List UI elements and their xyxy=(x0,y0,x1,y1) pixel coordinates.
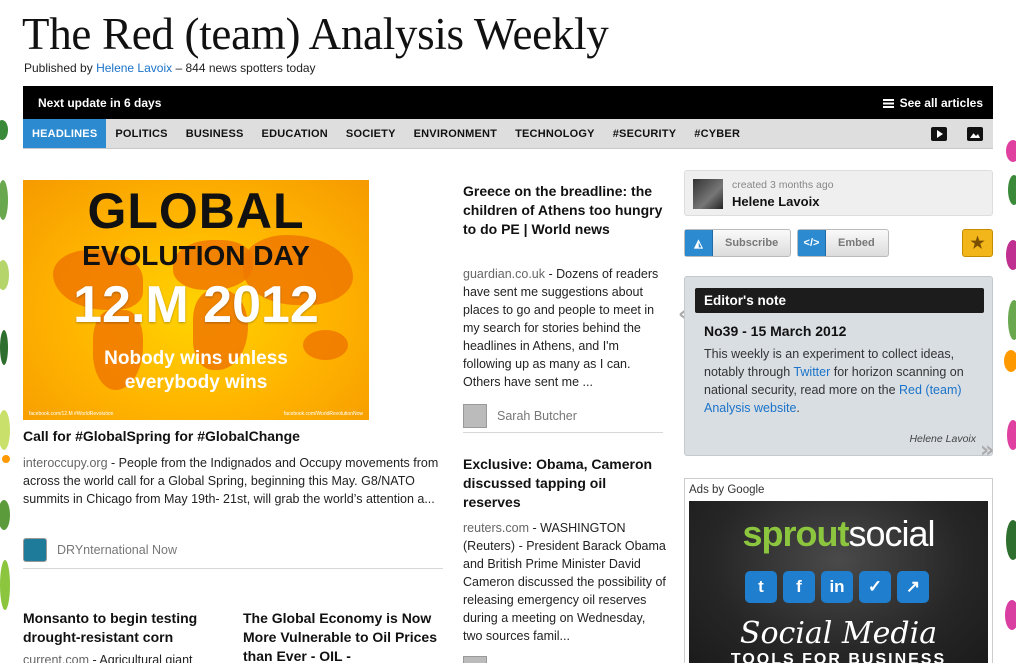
tab-technology[interactable]: TECHNOLOGY xyxy=(506,119,604,148)
editor-signature: Helene Lavoix xyxy=(909,433,976,445)
article-summary-monsanto: current.com - Agricultural giant xyxy=(23,651,223,663)
image-text-slogan-2: everybody wins xyxy=(124,372,268,393)
article-title-global-spring[interactable]: Call for #GlobalSpring for #GlobalChange xyxy=(23,427,369,446)
tab-headlines[interactable]: HEADLINES xyxy=(23,119,107,148)
page-title: The Red (team) Analysis Weekly xyxy=(22,9,609,59)
quote-close-icon: » xyxy=(980,438,995,463)
feature-article-image[interactable]: GLOBAL EVOLUTION DAY 12.M 2012 Nobody wi… xyxy=(23,180,369,420)
tab-politics[interactable]: POLITICS xyxy=(106,119,176,148)
next-update-text: Next update in 6 days xyxy=(38,96,162,110)
tab-cyber[interactable]: #CYBER xyxy=(685,119,749,148)
article-excerpt: - Agricultural giant xyxy=(89,653,193,663)
created-date: created 3 months ago xyxy=(732,179,834,191)
article-author-row[interactable]: DRYnternational Now xyxy=(23,538,177,562)
article-source[interactable]: reuters.com xyxy=(463,521,529,535)
creator-name: Helene Lavoix xyxy=(732,194,820,209)
editors-note-panel: Editor's note No39 - 15 March 2012 This … xyxy=(684,276,993,456)
byline-prefix: Published by xyxy=(24,61,93,75)
article-source[interactable]: guardian.co.uk xyxy=(463,267,545,281)
editors-note-text: This weekly is an experiment to collect … xyxy=(704,345,984,417)
analytics-icon: ↗ xyxy=(897,571,929,603)
subscribe-button[interactable]: ◭ Subscribe xyxy=(684,229,791,257)
image-footer-right: facebook.com/WorldRevolutionNow xyxy=(283,411,363,417)
author-avatar xyxy=(463,656,487,663)
video-icon[interactable] xyxy=(931,127,947,141)
right-decoration xyxy=(1002,0,1016,663)
ads-label[interactable]: Ads by Google xyxy=(689,484,764,496)
ad-brand: sproutsocial xyxy=(689,513,988,555)
see-all-label: See all articles xyxy=(899,96,983,110)
author-avatar xyxy=(23,538,47,562)
image-text-date: 12.M 2012 xyxy=(73,276,319,334)
image-text-global: GLOBAL xyxy=(87,183,305,239)
author-avatar xyxy=(463,404,487,428)
divider xyxy=(23,568,443,569)
article-excerpt: - WASHINGTON (Reuters) - President Barac… xyxy=(463,521,666,643)
tab-education[interactable]: EDUCATION xyxy=(253,119,337,148)
article-title-global-economy[interactable]: The Global Economy is Now More Vulnerabl… xyxy=(243,609,448,663)
tab-security[interactable]: #SECURITY xyxy=(604,119,686,148)
twitter-icon: t xyxy=(745,571,777,603)
ad-tagline-1: Social Media xyxy=(739,616,938,651)
checkmark-icon: ✓ xyxy=(859,571,891,603)
article-excerpt: - Dozens of readers have sent me suggest… xyxy=(463,267,659,389)
divider xyxy=(463,432,663,433)
ads-panel: Ads by Google sproutsocial t f in ✓ ↗ So… xyxy=(684,478,993,663)
author-name: Sarah Butcher xyxy=(497,409,577,423)
author-name: DRYnternational Now xyxy=(57,543,177,557)
facebook-icon: f xyxy=(783,571,815,603)
ad-banner[interactable]: sproutsocial t f in ✓ ↗ Social Media TOO… xyxy=(689,501,988,663)
favorite-button[interactable]: ★ xyxy=(962,229,993,257)
article-summary-obama-cameron: reuters.com - WASHINGTON (Reuters) - Pre… xyxy=(463,519,668,645)
byline: Published by Helene Lavoix – 844 news sp… xyxy=(24,61,316,75)
article-title-obama-cameron[interactable]: Exclusive: Obama, Cameron discussed tapp… xyxy=(463,455,663,512)
ad-brand-part-1: sprout xyxy=(742,513,849,554)
top-bar: Next update in 6 days See all articles xyxy=(23,86,993,119)
image-text-slogan-1: Nobody wins unless xyxy=(104,348,288,369)
category-nav: HEADLINES POLITICS BUSINESS EDUCATION SO… xyxy=(23,119,993,149)
page: The Red (team) Analysis Weekly Published… xyxy=(12,0,1002,663)
issue-number: No39 - 15 March 2012 xyxy=(704,323,847,339)
creator-card[interactable]: created 3 months ago Helene Lavoix xyxy=(684,170,993,216)
article-author-row[interactable] xyxy=(463,656,487,663)
article-author-row[interactable]: Sarah Butcher xyxy=(463,404,577,428)
embed-button[interactable]: </> Embed xyxy=(797,229,889,257)
byline-suffix: – 844 news spotters today xyxy=(175,61,316,75)
tab-society[interactable]: SOCIETY xyxy=(337,119,405,148)
image-text-evolution-day: EVOLUTION DAY xyxy=(82,240,310,271)
tab-business[interactable]: BUSINESS xyxy=(177,119,253,148)
ad-tagline-2: TOOLS FOR BUSINESS xyxy=(730,651,947,663)
tab-environment[interactable]: ENVIRONMENT xyxy=(405,119,506,148)
creator-avatar xyxy=(693,179,723,209)
embed-label: Embed xyxy=(838,237,875,249)
note-text-3: . xyxy=(796,401,800,415)
left-decoration xyxy=(0,0,12,663)
editors-note-heading: Editor's note xyxy=(695,288,984,313)
article-source[interactable]: current.com xyxy=(23,653,89,663)
code-icon: </> xyxy=(798,230,826,256)
article-title-monsanto[interactable]: Monsanto to begin testing drought-resist… xyxy=(23,609,223,647)
inbox-icon: ◭ xyxy=(685,230,713,256)
ad-social-icons: t f in ✓ ↗ xyxy=(745,571,929,603)
subscribe-label: Subscribe xyxy=(725,237,779,249)
image-footer-left: facebook.com/12.M #WorldRevolution xyxy=(29,411,114,417)
article-summary-global-spring: interoccupy.org - People from the Indign… xyxy=(23,454,443,508)
star-icon: ★ xyxy=(970,235,985,252)
list-icon xyxy=(882,98,894,108)
article-summary-greece: guardian.co.uk - Dozens of readers have … xyxy=(463,265,668,391)
article-title-greece[interactable]: Greece on the breadline: the children of… xyxy=(463,182,663,239)
see-all-articles-link[interactable]: See all articles xyxy=(882,96,983,110)
byline-author-link[interactable]: Helene Lavoix xyxy=(96,61,172,75)
image-icon[interactable] xyxy=(967,127,983,141)
article-source[interactable]: interoccupy.org xyxy=(23,456,108,470)
ad-brand-part-2: social xyxy=(848,513,935,554)
twitter-link[interactable]: Twitter xyxy=(793,365,830,379)
linkedin-icon: in xyxy=(821,571,853,603)
media-filter-icons xyxy=(931,127,983,141)
